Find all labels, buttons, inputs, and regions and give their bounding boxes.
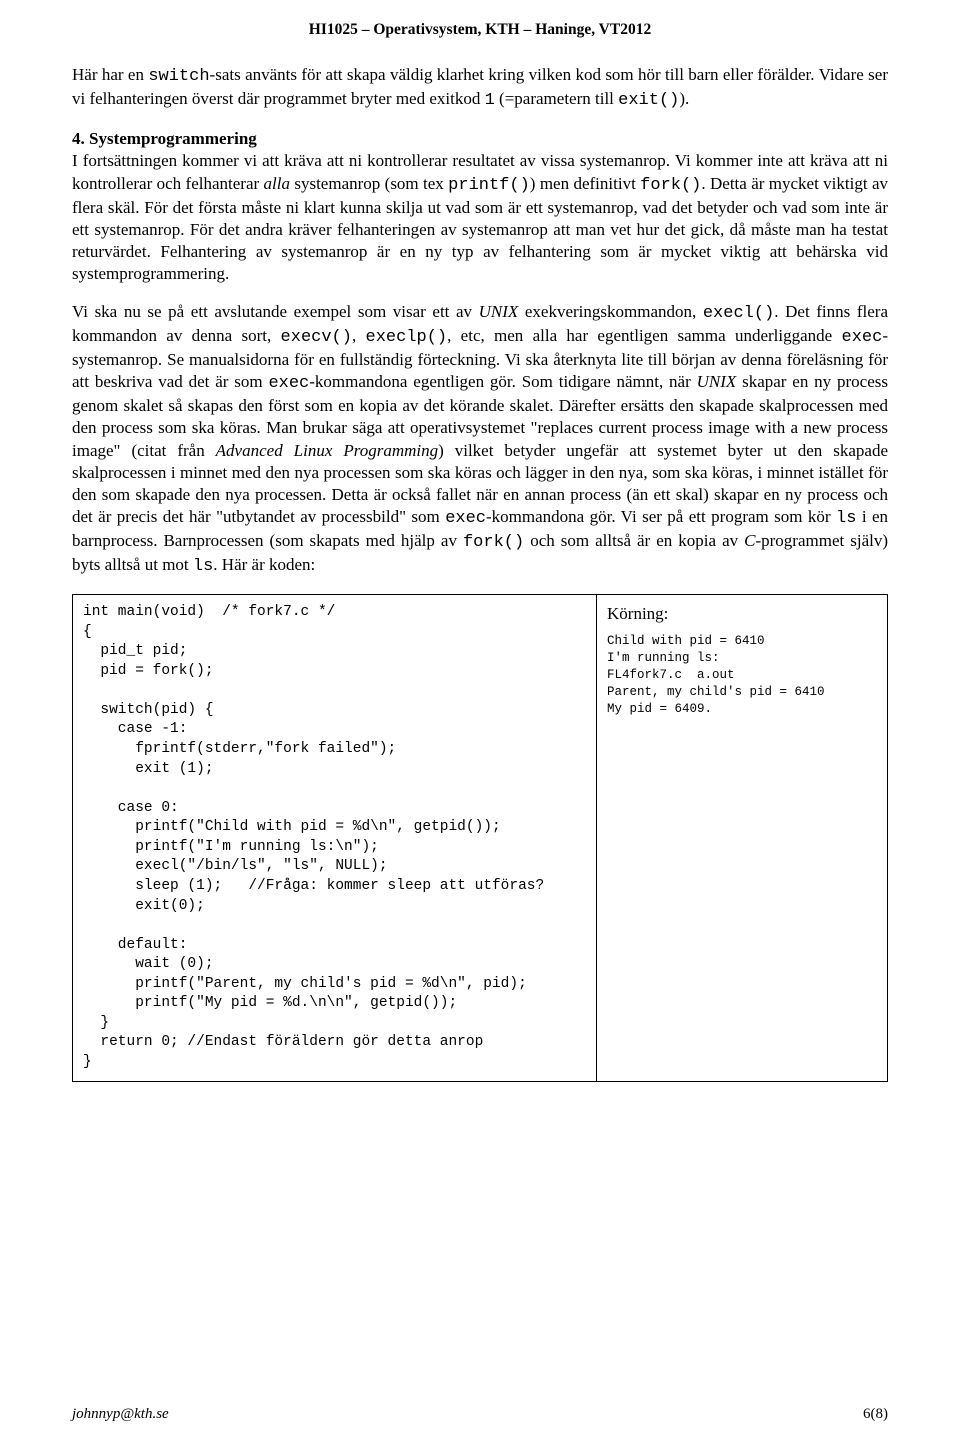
code-inline: exec [268,374,309,393]
code-inline: execl() [703,304,774,323]
footer-email: johnnyp@kth.se [72,1405,169,1425]
text: , [352,326,366,345]
text: exekveringskommandon, [518,302,703,321]
text: . Här är koden: [213,555,315,574]
page-footer: johnnyp@kth.se 6(8) [72,1405,888,1425]
code-inline: 1 [485,91,495,110]
output-column: Körning: Child with pid = 6410 I'm runni… [597,595,887,1081]
code-inline: fork() [463,533,524,552]
italic-text: Advanced Linux Programming [216,441,438,460]
footer-page-number: 6(8) [863,1405,888,1425]
code-inline: exec [445,509,486,528]
text: ) men definitivt [530,174,640,193]
output-listing: Child with pid = 6410 I'm running ls: FL… [607,633,877,717]
code-inline: exit() [618,91,679,110]
code-inline: execlp() [366,328,448,347]
code-listing: int main(void) /* fork7.c */ { pid_t pid… [83,603,586,1073]
code-inline: exec [842,328,883,347]
text: , etc, men alla har egentligen samma und… [447,326,841,345]
italic-text: alla [264,174,290,193]
text: (=parametern till [495,89,618,108]
code-inline: ls [836,509,856,528]
page-header: HI1025 – Operativsystem, KTH – Haninge, … [72,20,888,40]
code-output-table: int main(void) /* fork7.c */ { pid_t pid… [72,594,888,1082]
text: Vi ska nu se på ett avslutande exempel s… [72,302,479,321]
output-title: Körning: [607,603,877,625]
text: Här har en [72,65,148,84]
text: ). [679,89,689,108]
text: -kommandona egentligen gör. Som tidigare… [309,372,696,391]
italic-text: UNIX [697,372,737,391]
paragraph-1: Här har en switch-sats använts för att s… [72,64,888,112]
code-inline: printf() [448,176,530,195]
text: -kommandona gör. Vi ser på ett program s… [486,507,836,526]
code-inline: execv() [281,328,352,347]
code-column: int main(void) /* fork7.c */ { pid_t pid… [73,595,597,1081]
code-inline: fork() [640,176,701,195]
section-heading: 4. Systemprogrammering [72,129,257,148]
paragraph-2: 4. Systemprogrammering I fortsättningen … [72,128,888,285]
text: systemanrop (som tex [290,174,448,193]
code-inline: ls [193,557,213,576]
italic-text: C [744,531,755,550]
paragraph-3: Vi ska nu se på ett avslutande exempel s… [72,301,888,578]
code-inline: switch [148,67,209,86]
italic-text: UNIX [479,302,519,321]
text: och som alltså är en kopia av [524,531,744,550]
